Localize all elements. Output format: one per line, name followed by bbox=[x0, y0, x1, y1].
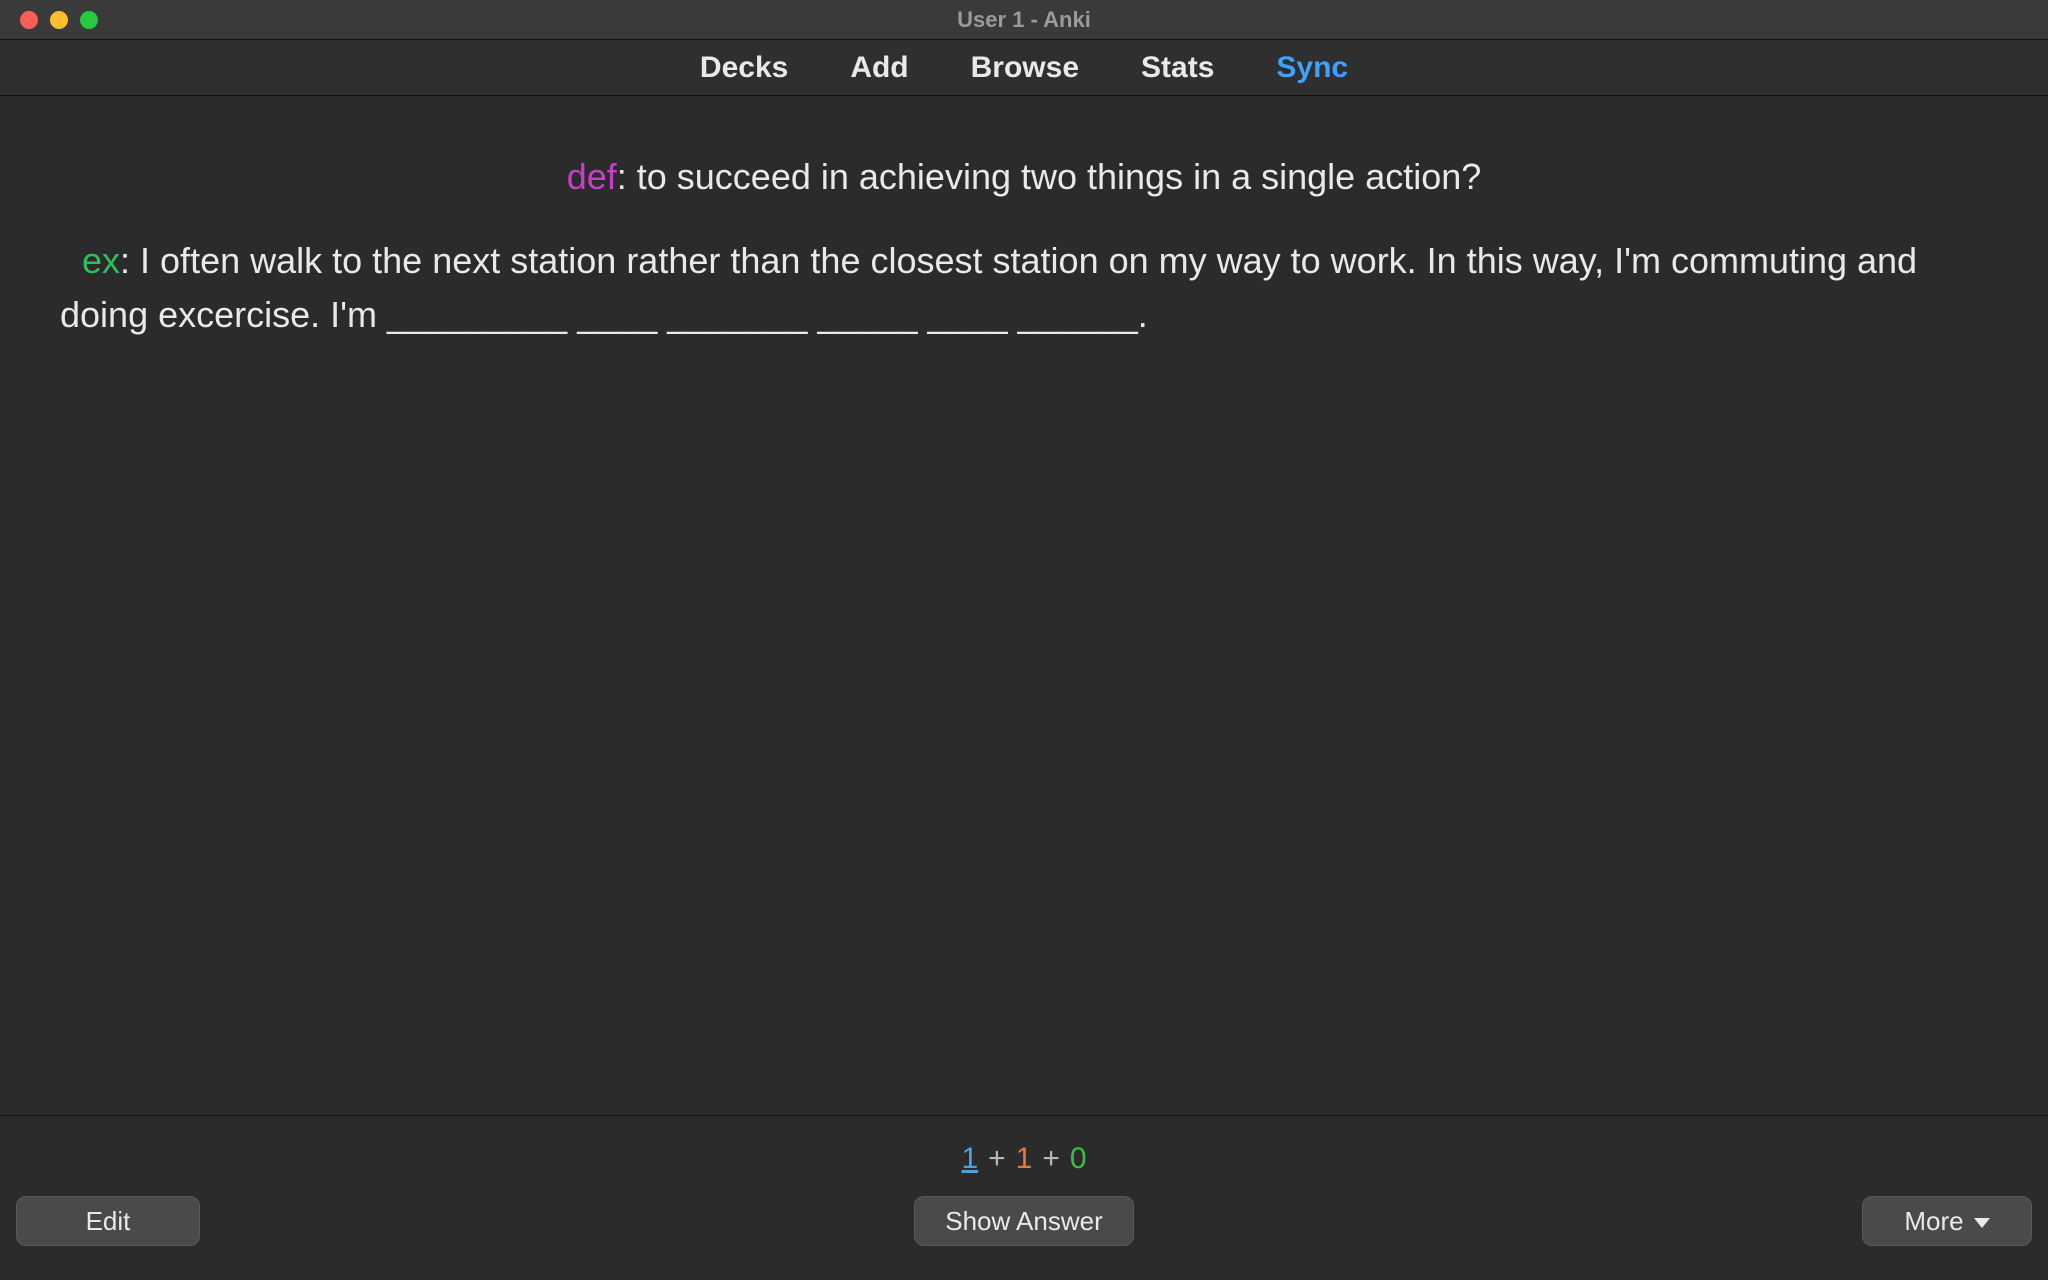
nav-stats[interactable]: Stats bbox=[1141, 51, 1214, 85]
bottombar: 1 + 1 + 0 Edit Show Answer More bbox=[0, 1115, 2048, 1280]
nav-decks[interactable]: Decks bbox=[700, 51, 788, 85]
minimize-icon[interactable] bbox=[50, 11, 68, 29]
traffic-lights bbox=[0, 11, 98, 29]
show-answer-button[interactable]: Show Answer bbox=[914, 1196, 1134, 1246]
def-label: def bbox=[567, 156, 617, 197]
count-review: 0 bbox=[1070, 1142, 1087, 1176]
nav-browse[interactable]: Browse bbox=[971, 51, 1079, 85]
nav-sync[interactable]: Sync bbox=[1276, 51, 1348, 85]
card-ex-block: ex: I often walk to the next station rat… bbox=[60, 234, 1988, 342]
card-def-line: def: to succeed in achieving two things … bbox=[60, 150, 1988, 204]
maximize-icon[interactable] bbox=[80, 11, 98, 29]
more-button[interactable]: More bbox=[1862, 1196, 2032, 1246]
chevron-down-icon bbox=[1974, 1218, 1990, 1228]
card-area: def: to succeed in achieving two things … bbox=[0, 96, 2048, 1115]
edit-button[interactable]: Edit bbox=[16, 1196, 200, 1246]
plus-2: + bbox=[1042, 1142, 1060, 1176]
close-icon[interactable] bbox=[20, 11, 38, 29]
nav-add[interactable]: Add bbox=[850, 51, 908, 85]
ex-text: : I often walk to the next station rathe… bbox=[60, 240, 1917, 335]
window-title: User 1 - Anki bbox=[957, 7, 1091, 33]
count-learn: 1 bbox=[1016, 1142, 1033, 1176]
more-button-label: More bbox=[1904, 1206, 1963, 1237]
review-counts: 1 + 1 + 0 bbox=[961, 1142, 1086, 1176]
plus-1: + bbox=[988, 1142, 1006, 1176]
titlebar: User 1 - Anki bbox=[0, 0, 2048, 40]
count-new: 1 bbox=[961, 1142, 978, 1176]
button-row: Edit Show Answer More bbox=[0, 1196, 2048, 1252]
def-text: : to succeed in achieving two things in … bbox=[617, 156, 1482, 197]
navbar: Decks Add Browse Stats Sync bbox=[0, 40, 2048, 96]
ex-label: ex bbox=[60, 240, 120, 281]
